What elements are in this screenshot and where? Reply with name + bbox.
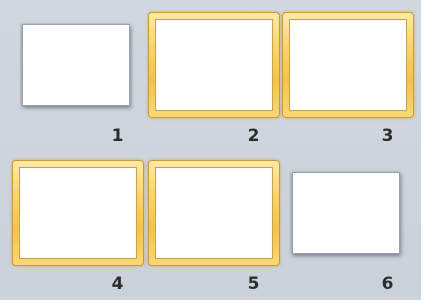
- slide-preview: [155, 19, 273, 111]
- slide-preview: [292, 172, 400, 254]
- slide-selection-frame: [12, 160, 144, 266]
- slide-selection-frame: [148, 160, 280, 266]
- slide-number: 4: [111, 274, 124, 294]
- slide-selection-frame: [148, 12, 280, 118]
- slide-thumbnail-3[interactable]: 3: [282, 12, 414, 152]
- slide-thumbnail-6[interactable]: 6: [282, 160, 414, 300]
- slide-frame: [12, 12, 144, 118]
- slide-thumbnail-5[interactable]: 5: [148, 160, 280, 300]
- slide-frame: [282, 160, 414, 266]
- slide-number: 6: [381, 274, 394, 294]
- slide-number: 5: [247, 274, 260, 294]
- slide-thumbnail-1[interactable]: 1: [12, 12, 144, 152]
- slide-preview: [289, 19, 407, 111]
- slide-selection-frame: [282, 12, 414, 118]
- slide-number: 1: [111, 126, 124, 146]
- slide-preview: [155, 167, 273, 259]
- slide-number: 2: [247, 126, 260, 146]
- slide-number: 3: [381, 126, 394, 146]
- slide-thumbnail-2[interactable]: 2: [148, 12, 280, 152]
- slide-thumbnail-4[interactable]: 4: [12, 160, 144, 300]
- slide-preview: [19, 167, 137, 259]
- slide-preview: [22, 24, 130, 106]
- slide-sorter-pane: 1 2 3 4 5 6: [0, 0, 421, 296]
